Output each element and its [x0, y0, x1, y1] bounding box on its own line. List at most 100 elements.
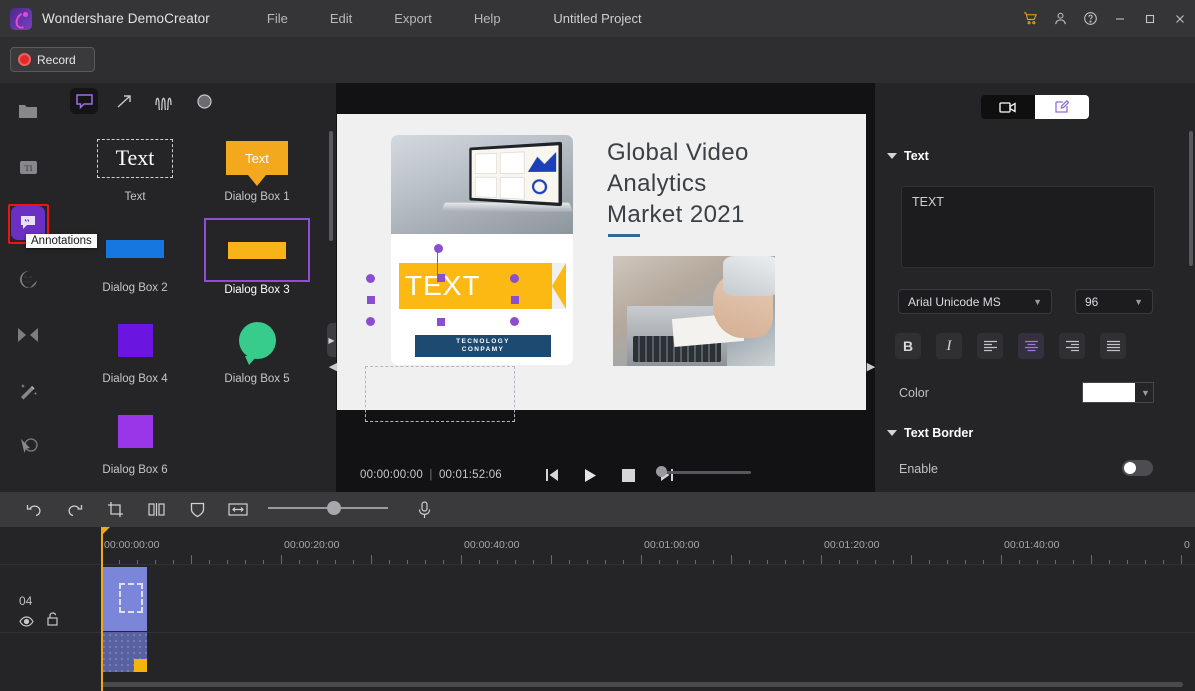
library-item-dialog-box-1[interactable]: Text Dialog Box 1: [196, 127, 318, 218]
properties-tab-group: [981, 95, 1089, 119]
sidebar-item-cursor[interactable]: [0, 419, 56, 475]
menu-edit[interactable]: Edit: [309, 0, 373, 37]
selection-handle-br[interactable]: [510, 317, 519, 326]
library-item-label: Dialog Box 4: [102, 373, 167, 385]
chevron-down-icon: [887, 153, 897, 159]
slide-card: TEXT TECNOLOGY CONPAMY: [391, 135, 573, 365]
align-justify-button[interactable]: [1100, 333, 1126, 359]
preview-prev-arrow[interactable]: ◀: [328, 355, 338, 377]
text-format-toolbar: B I: [895, 333, 1165, 359]
library-collapse-arrow[interactable]: ▶: [327, 323, 336, 357]
italic-button[interactable]: I: [936, 333, 962, 359]
timeline-clip-03[interactable]: [101, 632, 147, 672]
video-canvas[interactable]: TEXT TECNOLOGY CONPAMY Global Video Anal…: [337, 114, 866, 410]
menu-export[interactable]: Export: [373, 0, 453, 37]
library-item-dialog-box-6[interactable]: Dialog Box 6: [74, 400, 196, 491]
annotation-grid: Text Text Text Dialog Box 1 Dialog Box 2: [56, 119, 336, 492]
record-button[interactable]: Record: [10, 47, 95, 72]
sidebar-item-media[interactable]: [0, 83, 56, 139]
transition-icon: [17, 327, 39, 343]
text-border-enable-toggle[interactable]: [1122, 460, 1153, 476]
library-item-dialog-box-3[interactable]: Dialog Box 3: [196, 218, 318, 309]
ruler-label: 0: [1184, 539, 1190, 551]
tab-dialog-box[interactable]: [70, 88, 98, 114]
sidebar-item-transitions[interactable]: [0, 307, 56, 363]
unlock-icon[interactable]: [46, 612, 59, 631]
tab-arrow[interactable]: [110, 88, 138, 114]
properties-scrollbar[interactable]: [1189, 131, 1193, 266]
selection-handle-tl[interactable]: [366, 274, 375, 283]
sidebar-item-captions[interactable]: TI: [0, 139, 56, 195]
maximize-button[interactable]: [1135, 0, 1165, 37]
library-thumb-selected: [204, 218, 310, 282]
tab-video-properties[interactable]: [981, 95, 1035, 119]
section-text-header[interactable]: Text: [887, 149, 929, 163]
timeline-toolbar: [0, 492, 1195, 527]
previous-frame-button[interactable]: [540, 462, 566, 488]
redo-button[interactable]: [60, 496, 88, 524]
timeline-ruler[interactable]: 00:00:00:00 00:00:20:00 00:00:40:00 00:0…: [0, 527, 1195, 564]
play-button[interactable]: [578, 462, 604, 488]
voice-record-button[interactable]: [410, 496, 438, 524]
align-center-button[interactable]: [1018, 333, 1044, 359]
split-icon: [148, 502, 165, 517]
timeline-zoom-knob[interactable]: [327, 501, 341, 515]
menu-help[interactable]: Help: [453, 0, 522, 37]
selection-handle-r[interactable]: [511, 296, 519, 304]
account-icon[interactable]: [1045, 0, 1075, 37]
library-item-text[interactable]: Text Text: [74, 127, 196, 218]
section-text-border-header[interactable]: Text Border: [887, 426, 973, 440]
bold-button[interactable]: B: [895, 333, 921, 359]
volume-slider-track[interactable]: [656, 471, 751, 474]
tab-line[interactable]: [150, 88, 178, 114]
annotation-library-panel: Text Text Text Dialog Box 1 Dialog Box 2: [56, 83, 336, 492]
selection-handle-t[interactable]: [437, 274, 445, 282]
selection-handle-l[interactable]: [367, 296, 375, 304]
volume-slider-knob[interactable]: [656, 466, 667, 477]
library-item-dialog-box-2[interactable]: Dialog Box 2: [74, 218, 196, 309]
library-scrollbar[interactable]: [329, 131, 333, 241]
sidebar-item-stickers[interactable]: [0, 251, 56, 307]
help-icon[interactable]: [1075, 0, 1105, 37]
resize-horizontal-icon: [228, 502, 248, 517]
rotate-handle[interactable]: [434, 244, 443, 253]
close-button[interactable]: [1165, 0, 1195, 37]
circle-green-thumb: [239, 322, 276, 359]
shield-icon: [190, 502, 205, 518]
shield-button[interactable]: [183, 496, 211, 524]
library-item-dialog-box-5[interactable]: Dialog Box 5: [196, 309, 318, 400]
library-tab-bar: [56, 83, 336, 119]
selection-handle-b[interactable]: [437, 318, 445, 326]
selection-handle-bl[interactable]: [366, 317, 375, 326]
color-label: Color: [899, 386, 929, 400]
sidebar-item-effects[interactable]: [0, 363, 56, 419]
crop-button[interactable]: [101, 496, 129, 524]
playhead[interactable]: [101, 527, 103, 691]
fit-timeline-button[interactable]: [224, 496, 252, 524]
ruler-label: 00:00:20:00: [284, 539, 339, 551]
cart-icon[interactable]: [1015, 0, 1045, 37]
library-thumb: [85, 400, 185, 462]
cursor-icon: [18, 437, 39, 457]
split-button[interactable]: [142, 496, 170, 524]
screen-cell: [475, 177, 497, 198]
color-picker[interactable]: ▼: [1082, 382, 1154, 403]
menu-file[interactable]: File: [246, 0, 309, 37]
selection-bounding-box: [365, 366, 515, 422]
stop-button[interactable]: [616, 462, 642, 488]
timeline-clip-04[interactable]: [101, 567, 147, 631]
speech-bubble-icon: [75, 93, 94, 110]
selection-handle-tr[interactable]: [510, 274, 519, 283]
library-item-dialog-box-4[interactable]: Dialog Box 4: [74, 309, 196, 400]
align-left-button[interactable]: [977, 333, 1003, 359]
text-input[interactable]: TEXT: [901, 186, 1155, 268]
timeline-horizontal-scrollbar[interactable]: [101, 682, 1183, 687]
align-right-button[interactable]: [1059, 333, 1085, 359]
font-family-select[interactable]: Arial Unicode MS ▼: [898, 289, 1052, 314]
undo-button[interactable]: [20, 496, 48, 524]
minimize-button[interactable]: [1105, 0, 1135, 37]
eye-icon[interactable]: [19, 614, 34, 632]
tab-edit-properties[interactable]: [1035, 95, 1089, 119]
tab-shape[interactable]: [190, 88, 218, 114]
font-size-select[interactable]: 96 ▼: [1075, 289, 1153, 314]
